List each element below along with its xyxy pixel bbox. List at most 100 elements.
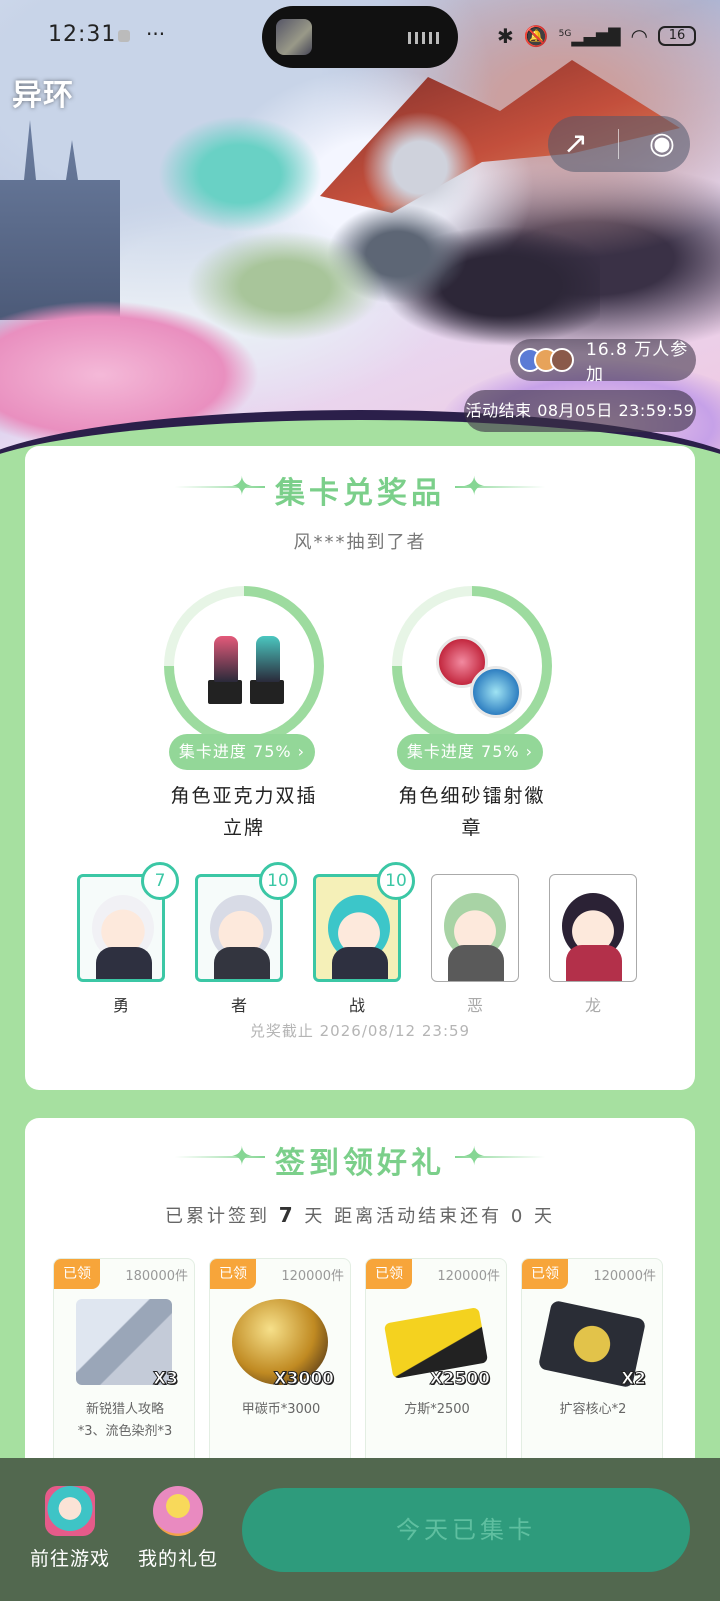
- signin-summary: 已累计签到 7 天 距离活动结束还有 0 天: [25, 1202, 695, 1228]
- stand-figure: [256, 636, 280, 682]
- prize-laser-badge[interactable]: 集卡进度 75% › 角色细砂镭射徽 章: [389, 586, 555, 839]
- chibi-body: [214, 947, 270, 979]
- bluetooth-icon: ✱: [496, 23, 514, 48]
- mute-bell-icon: 🔕: [523, 23, 549, 48]
- game-logo: 异环: [12, 78, 74, 113]
- card-count-badge: 7: [141, 862, 179, 900]
- claimed-tag: 已领: [54, 1259, 100, 1289]
- game-app-icon: [45, 1486, 95, 1536]
- summary-text: 天: [534, 1206, 556, 1227]
- stand-base: [250, 680, 284, 704]
- badge-pin: [470, 666, 522, 718]
- collect-progress-button[interactable]: 集卡进度 75% ›: [169, 734, 315, 770]
- reward-name: 方斯*2500: [372, 1399, 502, 1421]
- stock-count: 120000件: [437, 1269, 500, 1284]
- card-label: 恶: [466, 996, 483, 1015]
- card-label: 龙: [584, 996, 601, 1015]
- summary-text: 已累计签到: [164, 1206, 270, 1227]
- chibi-body: [332, 947, 388, 979]
- clock: 12:31: [48, 22, 117, 47]
- days-signed: 7: [278, 1203, 296, 1227]
- winner-note: 风***抽到了者: [293, 532, 427, 553]
- character-card-locked[interactable]: 恶: [431, 874, 521, 1016]
- avatar: [550, 348, 574, 372]
- sparkle-icon: ✦: [231, 1142, 257, 1172]
- reward-name: 甲碳币*3000: [216, 1399, 346, 1421]
- network-type: 5G: [558, 29, 572, 39]
- chibi-body: [448, 945, 504, 981]
- media-thumbnail: [276, 19, 312, 55]
- progress-ring: [392, 586, 552, 746]
- card-label: 勇: [112, 996, 129, 1015]
- reward-multiplier: X2: [621, 1369, 647, 1390]
- sparkle-icon: ✦: [463, 472, 489, 502]
- signal-icon: 5G▂▄▆█: [558, 27, 621, 47]
- collected-today-button[interactable]: 今天已集卡: [242, 1488, 690, 1572]
- go-game-button[interactable]: 前往游戏: [28, 1486, 112, 1571]
- go-game-label: 前往游戏: [29, 1548, 110, 1570]
- progress-ring: [164, 586, 324, 746]
- redeem-deadline: 兑奖截止 2026/08/12 23:59: [249, 1022, 471, 1040]
- wifi-icon: ◠: [630, 23, 648, 48]
- dynamic-island[interactable]: [262, 6, 458, 68]
- record-icon[interactable]: ◉: [649, 129, 675, 159]
- summary-text: 天 距离活动结束还有: [304, 1206, 503, 1227]
- stock-count: 180000件: [125, 1269, 188, 1284]
- stand-figure: [214, 636, 238, 682]
- character-card[interactable]: 10 战: [313, 862, 415, 1016]
- card-label: 战: [348, 996, 365, 1015]
- signin-title-text: 签到领好礼: [275, 1146, 445, 1181]
- claimed-tag: 已领: [366, 1259, 412, 1289]
- signin-section-title: ✦ 签到领好礼 ✦: [25, 1138, 695, 1182]
- collect-section-title: ✦ 集卡兑奖品 ✦: [25, 468, 695, 512]
- event-end-time: 活动结束 08月05日 23:59:59: [464, 390, 696, 432]
- audio-wave-icon: [408, 32, 440, 44]
- stock-count: 120000件: [281, 1269, 344, 1284]
- castle-illustration: [0, 120, 120, 320]
- reward-name-line: 甲碳币*3000: [241, 1402, 321, 1417]
- character-card[interactable]: 10 者: [195, 862, 297, 1016]
- character-card[interactable]: 7 勇: [77, 862, 179, 1016]
- reward-multiplier: X3: [153, 1369, 179, 1390]
- my-gifts-button[interactable]: 我的礼包: [136, 1486, 220, 1571]
- collect-progress-button[interactable]: 集卡进度 75% ›: [397, 734, 543, 770]
- hero-action-group: ↗ ◉: [548, 116, 690, 172]
- more-notifications-icon: ···: [146, 22, 166, 46]
- prize-name: 角色亚克力双插 立牌: [159, 780, 329, 844]
- reward-multiplier: X3000: [273, 1369, 334, 1390]
- card-count-badge: 10: [259, 862, 297, 900]
- card-portrait: [549, 874, 637, 982]
- chibi-body: [96, 947, 152, 979]
- my-gifts-label: 我的礼包: [137, 1548, 218, 1570]
- prize-name-line: 角色亚克力双插: [170, 785, 318, 807]
- card-count-badge: 10: [377, 862, 415, 900]
- collect-title-text: 集卡兑奖品: [275, 476, 445, 511]
- progress-label: 集卡进度 75%: [406, 742, 520, 761]
- reward-name-line: 扩容核心*2: [559, 1402, 627, 1417]
- prize-name-line: 角色细砂镭射徽: [398, 785, 546, 807]
- card-portrait: [431, 874, 519, 982]
- divider: [617, 129, 619, 159]
- battery-icon: 16: [658, 25, 696, 46]
- sparkle-icon: ✦: [463, 1142, 489, 1172]
- bottom-action-bar: 前往游戏 我的礼包 今天已集卡: [0, 1458, 720, 1601]
- sparkle-icon: ✦: [231, 472, 257, 502]
- participants-count: 16.8 万人参加: [586, 340, 689, 385]
- card-label: 者: [230, 996, 247, 1015]
- reward-name-line: *3、流色染剂*3: [77, 1424, 173, 1439]
- days-left: 0: [510, 1206, 526, 1227]
- reward-name-line: 方斯*2500: [404, 1402, 470, 1417]
- stand-base: [208, 680, 242, 704]
- claimed-tag: 已领: [210, 1259, 256, 1289]
- participants-badge: 16.8 万人参加: [510, 339, 696, 385]
- ring-inner: [174, 596, 314, 736]
- ring-inner: [402, 596, 542, 736]
- prize-acrylic-stand[interactable]: 集卡进度 75% › 角色亚克力双插 立牌: [161, 586, 327, 839]
- character-card-locked[interactable]: 龙: [549, 874, 639, 1016]
- reward-name-line: 新锐猎人攻略: [85, 1402, 164, 1417]
- reward-name: 扩容核心*2: [528, 1399, 658, 1421]
- character-card-row: 7 勇 10 者 10 战 恶 龙: [77, 862, 667, 1034]
- progress-label: 集卡进度 75%: [178, 742, 292, 761]
- gift-icon: [153, 1486, 203, 1536]
- share-icon[interactable]: ↗: [563, 129, 588, 159]
